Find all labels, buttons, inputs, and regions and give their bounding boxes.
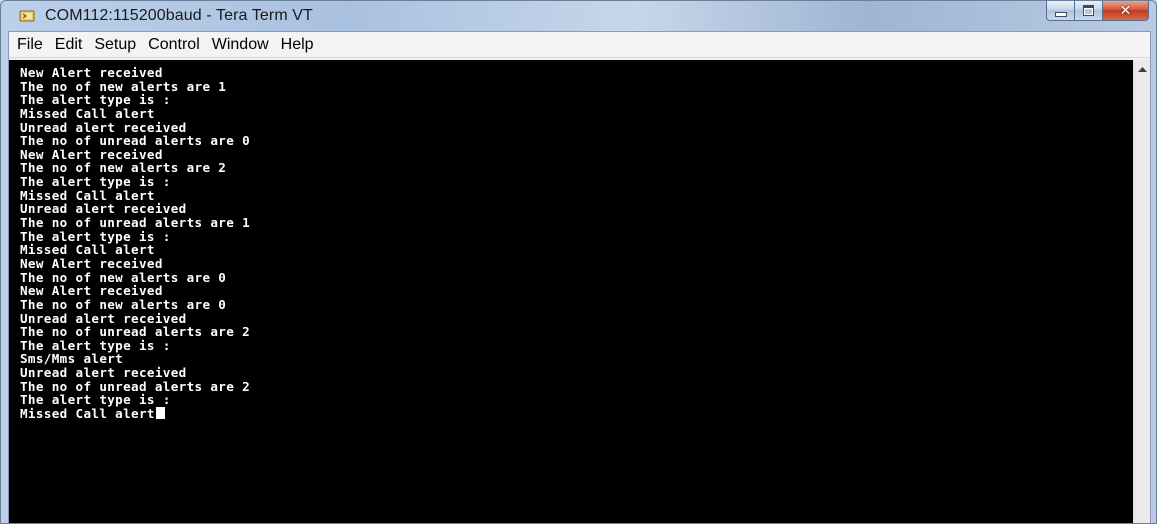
scroll-up-button[interactable]: [1134, 61, 1150, 77]
terminal-line: The alert type is :: [20, 174, 171, 190]
terminal-line: Unread alert received: [20, 365, 187, 381]
terminal-line: New Alert received: [20, 255, 163, 271]
terminal-line: The no of unread alerts are 2: [20, 378, 251, 394]
title-bar[interactable]: COM112:115200baud - Tera Term VT ✕: [1, 1, 1156, 31]
tera-term-window: COM112:115200baud - Tera Term VT ✕ File …: [0, 0, 1157, 524]
vertical-scrollbar[interactable]: [1133, 60, 1150, 523]
text-cursor: [155, 407, 165, 420]
maximize-button[interactable]: [1074, 1, 1102, 21]
terminal-last-line: Missed Call alert: [20, 407, 1134, 421]
terminal-line: The alert type is :: [20, 392, 171, 408]
client-area: File Edit Setup Control Window Help New …: [8, 31, 1151, 523]
terminal-line: The no of unread alerts are 1: [20, 215, 251, 231]
terminal-line: New Alert received: [20, 146, 163, 162]
maximize-icon: [1083, 5, 1094, 16]
terminal-line: Unread alert received: [20, 310, 187, 326]
menu-edit[interactable]: Edit: [49, 34, 89, 56]
tera-term-icon[interactable]: [19, 8, 35, 24]
menu-file[interactable]: File: [11, 34, 49, 56]
caption-buttons: ✕: [1046, 1, 1149, 22]
terminal-line: Sms/Mms alert: [20, 351, 124, 367]
close-icon: ✕: [1119, 2, 1132, 19]
terminal-line: The no of new alerts are 0: [20, 269, 227, 285]
terminal-line: Missed Call alert: [20, 187, 155, 203]
menu-setup[interactable]: Setup: [88, 34, 142, 56]
minimize-icon: [1054, 11, 1067, 17]
terminal-line: The alert type is :: [20, 228, 171, 244]
terminal-line: Unread alert received: [20, 201, 187, 217]
menu-bar: File Edit Setup Control Window Help: [9, 32, 1150, 58]
terminal-output[interactable]: New Alert received The no of new alerts …: [9, 60, 1134, 523]
terminal-line: Missed Call alert: [20, 242, 155, 258]
minimize-button[interactable]: [1046, 1, 1074, 21]
menu-window[interactable]: Window: [206, 34, 275, 56]
window-title: COM112:115200baud - Tera Term VT: [45, 7, 313, 24]
terminal-line: The alert type is :: [20, 337, 171, 353]
terminal-line: New Alert received: [20, 283, 163, 299]
terminal-line: The no of new alerts are 0: [20, 296, 227, 312]
scroll-up-arrow-icon: [1137, 66, 1147, 72]
terminal-line: The no of unread alerts are 2: [20, 324, 251, 340]
terminal-line: New Alert received: [20, 65, 163, 80]
terminal-line: The no of unread alerts are 0: [20, 133, 251, 149]
terminal-line: Missed Call alert: [20, 105, 155, 121]
menu-control[interactable]: Control: [142, 34, 206, 56]
terminal-line: The no of new alerts are 2: [20, 160, 227, 176]
terminal-line: The alert type is :: [20, 92, 171, 108]
terminal-line-text: Missed Call alert: [20, 406, 155, 422]
terminal-line: The no of new alerts are 1: [20, 78, 227, 94]
close-button[interactable]: ✕: [1102, 1, 1149, 21]
menu-help[interactable]: Help: [275, 34, 320, 56]
terminal-line: Unread alert received: [20, 119, 187, 135]
